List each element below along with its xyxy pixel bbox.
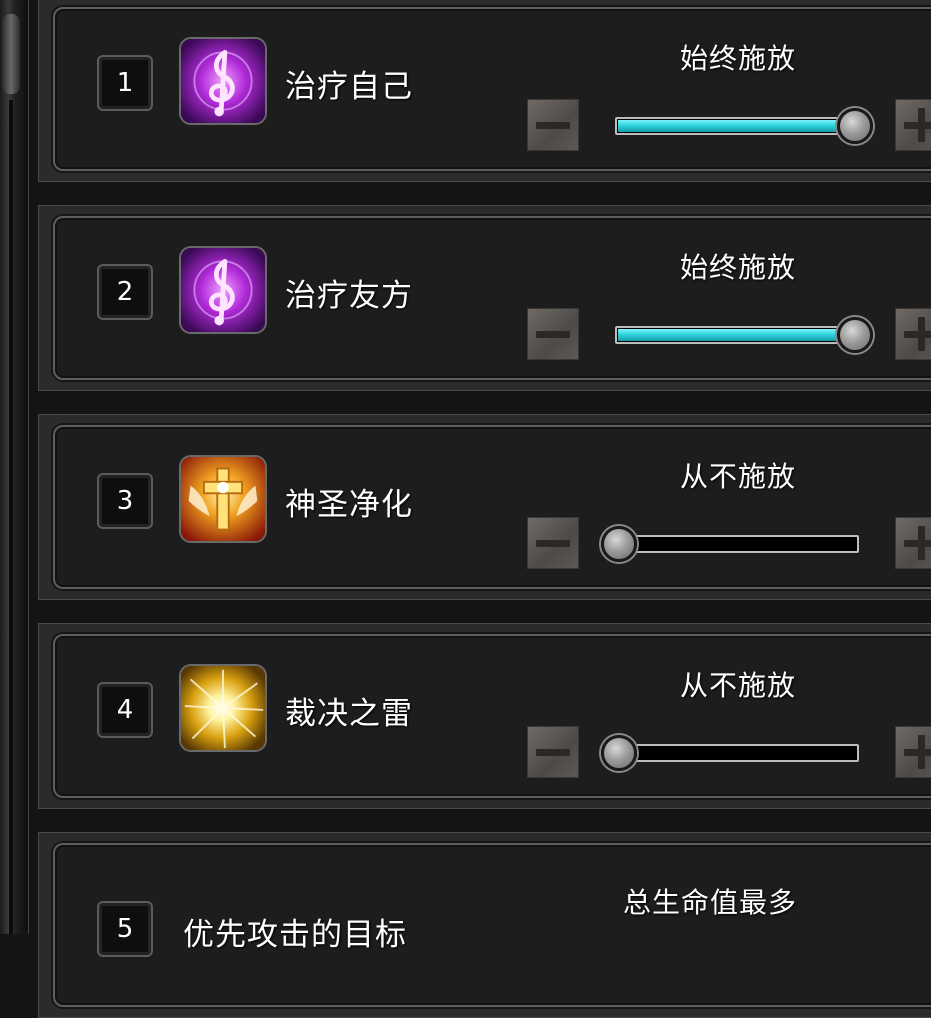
cast-mode-label: 从不施放 xyxy=(679,460,796,493)
skill-row: 2 治疗友方 始终施放 xyxy=(38,205,931,391)
treble-clef-purple-icon xyxy=(179,246,267,334)
scroll-track xyxy=(8,100,13,934)
skill-row-panel: 3 神圣净化 从不施放 xyxy=(53,425,931,589)
skill-row: 1 治疗自己 始终施放 xyxy=(38,0,931,182)
cast-slider[interactable] xyxy=(615,117,859,135)
skill-name-label: 治疗自己 xyxy=(285,69,413,105)
skill-row-panel: 2 治疗友方 始终施放 xyxy=(53,216,931,380)
skill-row: 4 裁决之雷 从不施放 xyxy=(38,623,931,809)
cast-slider[interactable] xyxy=(615,535,859,553)
cast-mode-label: 始终施放 xyxy=(679,42,796,75)
slider-fill xyxy=(618,329,856,341)
skill-row-panel: 4 裁决之雷 从不施放 xyxy=(53,634,931,798)
increase-button[interactable] xyxy=(895,726,931,778)
row-number-badge: 3 xyxy=(97,473,153,529)
slider-fill xyxy=(618,120,856,132)
skill-name-label: 神圣净化 xyxy=(285,487,413,523)
minus-icon xyxy=(536,539,570,547)
holy-cross-wings-icon xyxy=(179,455,267,543)
scroll-handle[interactable] xyxy=(2,14,20,94)
cast-mode-label: 从不施放 xyxy=(679,669,796,702)
row-number-badge: 2 xyxy=(97,264,153,320)
increase-button[interactable] xyxy=(895,99,931,151)
increase-button[interactable] xyxy=(895,517,931,569)
decrease-button[interactable] xyxy=(527,726,579,778)
skill-row-panel: 1 治疗自己 始终施放 xyxy=(53,7,931,171)
left-scroll-rail[interactable] xyxy=(0,0,29,934)
minus-icon xyxy=(536,330,570,338)
decrease-button[interactable] xyxy=(527,99,579,151)
priority-target-label: 优先攻击的目标 xyxy=(183,917,407,953)
cast-slider[interactable] xyxy=(615,744,859,762)
increase-button[interactable] xyxy=(895,308,931,360)
golden-burst-icon xyxy=(179,664,267,752)
decrease-button[interactable] xyxy=(527,308,579,360)
skill-name-label: 裁决之雷 xyxy=(285,696,413,732)
slider-knob[interactable] xyxy=(837,108,873,144)
cast-mode-label: 始终施放 xyxy=(679,251,796,284)
minus-icon xyxy=(536,748,570,756)
skill-row: 3 神圣净化 从不施放 xyxy=(38,414,931,600)
slider-knob[interactable] xyxy=(601,526,637,562)
slider-knob[interactable] xyxy=(837,317,873,353)
priority-mode-label[interactable]: 总生命值最多 xyxy=(587,881,833,921)
treble-clef-purple-icon xyxy=(179,37,267,125)
row-number-badge: 1 xyxy=(97,55,153,111)
minus-icon xyxy=(536,121,570,129)
row-number-badge: 5 xyxy=(97,901,153,957)
slider-knob[interactable] xyxy=(601,735,637,771)
cast-slider[interactable] xyxy=(615,326,859,344)
skill-row-panel: 5 优先攻击的目标 总生命值最多 xyxy=(53,843,931,1007)
row-number-badge: 4 xyxy=(97,682,153,738)
skill-name-label: 治疗友方 xyxy=(285,278,413,314)
decrease-button[interactable] xyxy=(527,517,579,569)
target-priority-row: 5 优先攻击的目标 总生命值最多 xyxy=(38,832,931,1018)
